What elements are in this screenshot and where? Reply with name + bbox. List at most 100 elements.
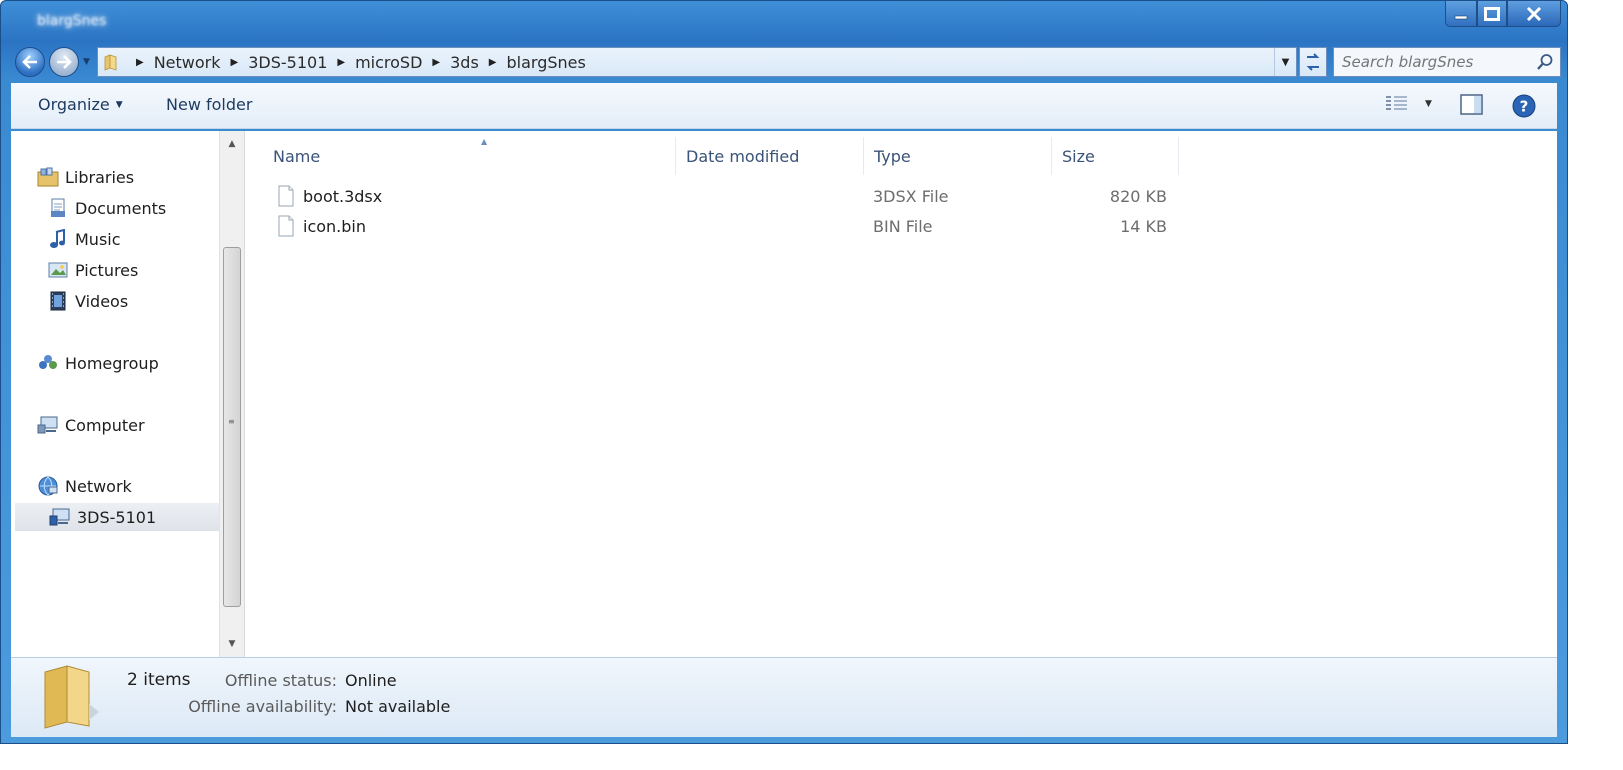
file-type: 3DSX File xyxy=(873,186,949,206)
sidebar-item-videos[interactable]: Videos xyxy=(47,287,128,315)
breadcrumb-network[interactable]: Network xyxy=(154,53,221,72)
preview-pane-icon xyxy=(1460,94,1483,115)
column-header-name[interactable]: ▲ Name xyxy=(263,137,676,175)
back-button[interactable] xyxy=(15,47,45,77)
sidebar-item-label: Network xyxy=(65,476,132,496)
minimize-button[interactable] xyxy=(1445,1,1477,27)
sidebar-item-network[interactable]: Network xyxy=(37,472,132,500)
grip-icon: ≡ xyxy=(228,417,235,426)
videos-icon xyxy=(47,290,69,312)
sidebar-item-label: 3DS-5101 xyxy=(77,507,157,527)
file-list: ▲ Name Date modified Type Size boot.3dsx… xyxy=(245,131,1557,657)
column-header-label: Size xyxy=(1062,146,1095,166)
breadcrumb-3ds[interactable]: 3ds xyxy=(450,53,479,72)
address-history-button[interactable]: ▼ xyxy=(1274,48,1296,76)
music-icon xyxy=(47,228,69,250)
sidebar-item-label: Homegroup xyxy=(65,353,159,373)
sidebar-item-music[interactable]: Music xyxy=(47,225,121,253)
details-pane: 2 items Offline status: Online Offline a… xyxy=(11,657,1557,737)
sidebar-item-3ds-5101[interactable]: 3DS-5101 xyxy=(15,503,219,531)
chevron-up-icon: ▲ xyxy=(228,139,236,149)
breadcrumb: ▶ Network ▶ 3DS-5101 ▶ microSD ▶ 3ds ▶ b… xyxy=(126,48,586,76)
chevron-down-icon: ▼ xyxy=(228,639,236,649)
sidebar-item-libraries[interactable]: Libraries xyxy=(37,163,134,191)
libraries-icon xyxy=(37,166,59,188)
arrow-left-icon xyxy=(22,55,37,69)
network-icon xyxy=(37,475,59,497)
column-header-label: Type xyxy=(874,146,911,166)
forward-button[interactable] xyxy=(49,47,79,77)
sidebar-item-pictures[interactable]: Pictures xyxy=(47,256,138,284)
refresh-button[interactable] xyxy=(1299,47,1327,77)
network-computer-icon xyxy=(49,506,71,528)
column-header-size[interactable]: Size xyxy=(1052,137,1179,175)
scroll-up-button[interactable]: ▲ xyxy=(220,133,244,155)
homegroup-icon xyxy=(37,352,59,374)
file-icon xyxy=(278,215,294,237)
scroll-down-button[interactable]: ▼ xyxy=(220,633,244,655)
file-name: boot.3dsx xyxy=(303,186,383,206)
column-header-label: Name xyxy=(273,146,321,166)
documents-icon xyxy=(47,197,69,219)
preview-pane-button[interactable] xyxy=(1459,93,1485,117)
sidebar-item-label: Libraries xyxy=(65,167,135,187)
column-header-date-modified[interactable]: Date modified xyxy=(676,137,864,175)
caption-buttons xyxy=(1445,1,1561,31)
sidebar-item-label: Music xyxy=(75,229,121,249)
breadcrumb-separator-icon[interactable]: ▶ xyxy=(432,57,440,68)
computer-icon xyxy=(37,414,59,436)
offline-status-label: Offline status: xyxy=(224,671,337,690)
search-icon[interactable] xyxy=(1536,53,1554,71)
svg-text:?: ? xyxy=(1520,98,1529,116)
explorer-window: blargSnes ▼ ▶ Network ▶ 3DS-5101 ▶ micro… xyxy=(0,0,1568,744)
sidebar-item-label: Pictures xyxy=(75,260,139,280)
navigation-pane-scrollbar[interactable]: ▲ ≡ ▼ xyxy=(219,131,245,657)
recent-pages-dropdown-icon[interactable]: ▼ xyxy=(83,57,90,67)
refresh-icon xyxy=(1306,53,1320,71)
column-header-type[interactable]: Type xyxy=(864,137,1052,175)
breadcrumb-separator-icon[interactable]: ▶ xyxy=(136,57,144,68)
offline-availability-value: Not available xyxy=(345,697,451,716)
sidebar-item-homegroup[interactable]: Homegroup xyxy=(37,349,159,377)
sort-ascending-icon: ▲ xyxy=(481,137,488,146)
breadcrumb-separator-icon[interactable]: ▶ xyxy=(231,57,239,68)
breadcrumb-separator-icon[interactable]: ▶ xyxy=(489,57,497,68)
command-bar: Organize ▼ New folder ▼ ? xyxy=(11,83,1557,129)
sidebar-item-label: Computer xyxy=(65,415,145,435)
breadcrumb-separator-icon[interactable]: ▶ xyxy=(337,57,345,68)
offline-status-value: Online xyxy=(345,671,397,690)
column-header-label: Date modified xyxy=(686,146,800,166)
close-button[interactable] xyxy=(1507,1,1561,27)
sidebar-item-label: Videos xyxy=(75,291,129,311)
table-row[interactable]: icon.bin BIN File 14 KB xyxy=(271,212,1181,240)
sidebar-item-documents[interactable]: Documents xyxy=(47,194,166,222)
breadcrumb-microsd[interactable]: microSD xyxy=(355,53,422,72)
maximize-icon xyxy=(1484,6,1500,21)
help-button[interactable]: ? xyxy=(1511,93,1537,119)
search-box xyxy=(1333,47,1561,77)
table-row[interactable]: boot.3dsx 3DSX File 820 KB xyxy=(271,182,1181,210)
sidebar-item-computer[interactable]: Computer xyxy=(37,411,145,439)
details-view-icon xyxy=(1386,96,1407,110)
change-view-button[interactable]: ▼ xyxy=(1385,93,1432,115)
breadcrumb-blargsnes[interactable]: blargSnes xyxy=(506,53,585,72)
scrollbar-thumb[interactable]: ≡ xyxy=(223,247,241,607)
file-size: 14 KB xyxy=(1120,216,1167,236)
chevron-down-icon: ▼ xyxy=(115,99,123,110)
folder-icon xyxy=(104,54,117,71)
sidebar-item-label: Documents xyxy=(75,198,167,218)
file-size: 820 KB xyxy=(1109,186,1167,206)
chevron-down-icon: ▼ xyxy=(1425,99,1432,109)
search-input[interactable] xyxy=(1334,48,1534,76)
maximize-button[interactable] xyxy=(1477,1,1507,27)
address-bar[interactable]: ▶ Network ▶ 3DS-5101 ▶ microSD ▶ 3ds ▶ b… xyxy=(97,47,1297,77)
folder-icon xyxy=(44,665,99,729)
window-title: blargSnes xyxy=(37,13,107,29)
breadcrumb-3ds-5101[interactable]: 3DS-5101 xyxy=(248,53,327,72)
item-count: 2 items xyxy=(127,670,191,690)
help-icon: ? xyxy=(1512,94,1536,118)
organize-button[interactable]: Organize ▼ xyxy=(38,95,123,114)
navigation-pane: Libraries Documents Music Pictures Video… xyxy=(11,131,219,657)
chevron-down-icon: ▼ xyxy=(1281,56,1290,68)
new-folder-button[interactable]: New folder xyxy=(166,95,252,114)
